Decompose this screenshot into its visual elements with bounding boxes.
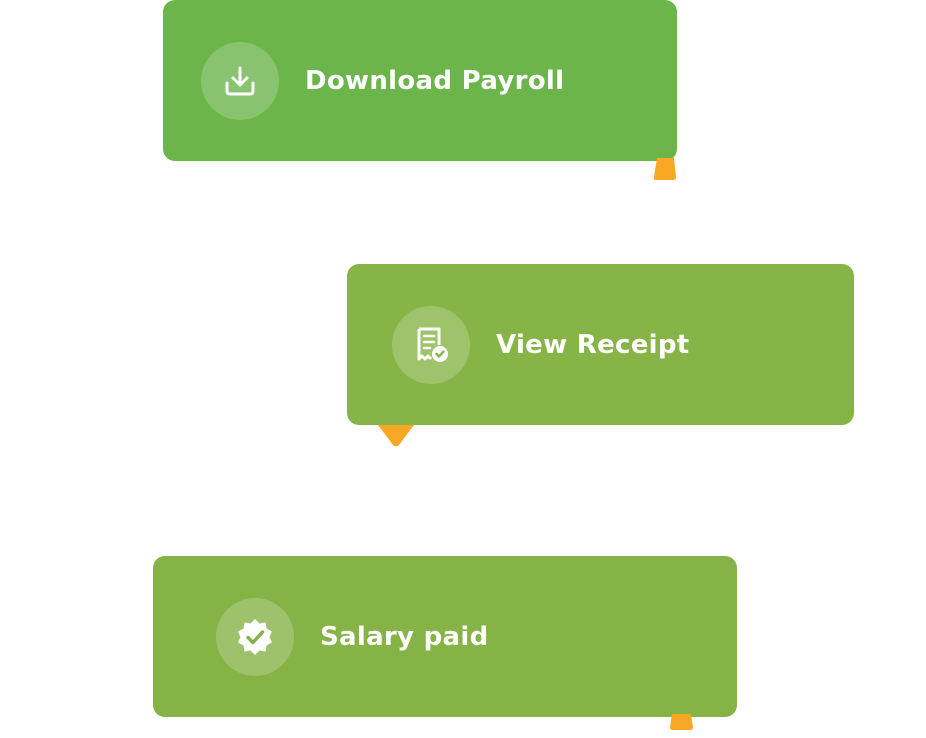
verified-badge-icon xyxy=(238,618,272,655)
view-receipt-card[interactable]: View Receipt xyxy=(347,264,854,425)
download-icon xyxy=(225,66,255,95)
download-card-tail xyxy=(653,158,676,180)
receipt-check-icon xyxy=(417,327,448,362)
receipt-card-tail xyxy=(378,425,414,447)
salary-icon-badge xyxy=(216,597,294,676)
salary-card-tail xyxy=(670,714,693,730)
download-payroll-card[interactable]: Download Payroll xyxy=(163,0,677,161)
view-receipt-label: View Receipt xyxy=(496,329,690,360)
salary-paid-label: Salary paid xyxy=(320,621,489,652)
download-payroll-label: Download Payroll xyxy=(305,65,565,96)
download-icon-badge xyxy=(201,41,279,120)
receipt-icon-badge xyxy=(392,305,470,384)
salary-paid-card[interactable]: Salary paid xyxy=(153,556,737,717)
